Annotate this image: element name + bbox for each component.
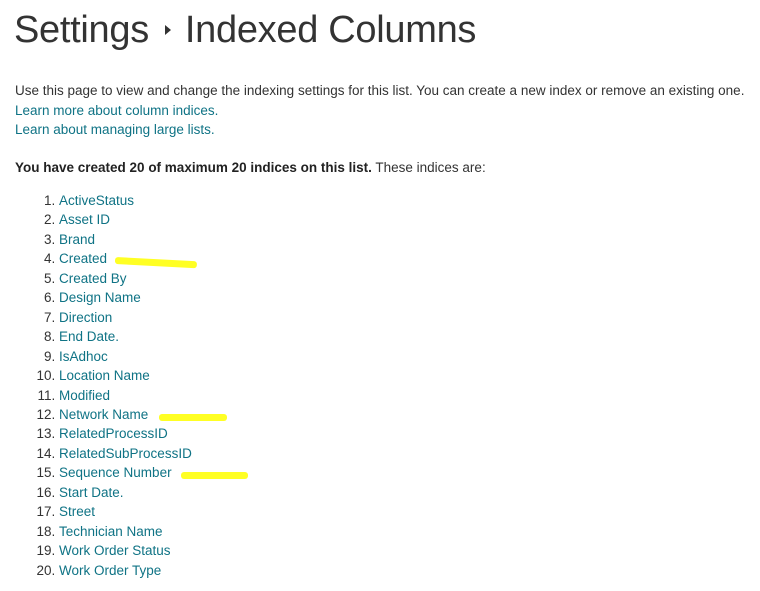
index-link-isadhoc[interactable]: IsAdhoc — [59, 349, 108, 364]
breadcrumb-settings[interactable]: Settings — [14, 9, 149, 51]
index-link-design-name[interactable]: Design Name — [59, 290, 141, 305]
list-item: Technician Name — [59, 522, 192, 541]
highlight-mark — [114, 257, 198, 269]
list-item: Created — [59, 249, 198, 269]
index-link-asset-id[interactable]: Asset ID — [59, 212, 110, 227]
index-link-work-order-type[interactable]: Work Order Type — [59, 563, 161, 578]
index-link-created-by[interactable]: Created By — [59, 271, 127, 286]
page-description: Use this page to view and change the ind… — [15, 83, 745, 98]
intro-section: Use this page to view and change the ind… — [15, 81, 744, 140]
list-item: Design Name — [59, 288, 192, 307]
list-item: Start Date. — [59, 483, 192, 502]
list-item: Asset ID — [59, 210, 192, 229]
index-link-activestatus[interactable]: ActiveStatus — [59, 193, 134, 208]
list-item: RelatedSubProcessID — [59, 444, 192, 463]
list-item: Work Order Status — [59, 541, 192, 560]
triangle-right-icon — [164, 24, 171, 35]
highlight-mark — [159, 413, 227, 421]
list-item: End Date. — [59, 327, 192, 346]
list-item: IsAdhoc — [59, 347, 192, 366]
list-item: Work Order Type — [59, 561, 192, 580]
index-link-network-name[interactable]: Network Name — [59, 407, 148, 422]
index-link-relatedsubprocessid[interactable]: RelatedSubProcessID — [59, 446, 192, 461]
indices-count-text: You have created 20 of maximum 20 indice… — [15, 160, 372, 175]
list-item: Modified — [59, 386, 192, 405]
index-link-sequence-number[interactable]: Sequence Number — [59, 465, 172, 480]
list-item: RelatedProcessID — [59, 424, 192, 443]
indices-intro-text: These indices are: — [371, 160, 486, 175]
breadcrumb-current: Indexed Columns — [184, 9, 477, 51]
index-link-direction[interactable]: Direction — [59, 310, 112, 325]
list-item: Direction — [59, 308, 192, 327]
index-link-end-date[interactable]: End Date. — [59, 329, 119, 344]
index-link-street[interactable]: Street — [59, 504, 95, 519]
indexed-columns-list: ActiveStatus Asset ID Brand Created Crea… — [0, 191, 248, 580]
list-item: Sequence Number — [59, 463, 248, 482]
learn-large-lists-link[interactable]: Learn about managing large lists. — [15, 120, 744, 140]
list-item: Network Name — [59, 405, 227, 424]
index-link-brand[interactable]: Brand — [59, 232, 95, 247]
index-link-modified[interactable]: Modified — [59, 388, 110, 403]
index-link-location-name[interactable]: Location Name — [59, 368, 150, 383]
index-link-start-date[interactable]: Start Date. — [59, 485, 124, 500]
index-link-relatedprocessid[interactable]: RelatedProcessID — [59, 426, 168, 441]
page-title: Settings Indexed Columns — [14, 6, 476, 54]
list-item: Street — [59, 502, 192, 521]
index-link-created[interactable]: Created — [59, 251, 107, 266]
list-item: Location Name — [59, 366, 192, 385]
learn-column-indices-link[interactable]: Learn more about column indices. — [15, 101, 744, 121]
list-item: Brand — [59, 230, 192, 249]
highlight-mark — [181, 472, 248, 480]
list-item: ActiveStatus — [59, 191, 192, 210]
list-item: Created By — [59, 269, 192, 288]
index-link-work-order-status[interactable]: Work Order Status — [59, 543, 171, 558]
indices-summary: You have created 20 of maximum 20 indice… — [15, 158, 486, 178]
index-link-technician-name[interactable]: Technician Name — [59, 524, 163, 539]
